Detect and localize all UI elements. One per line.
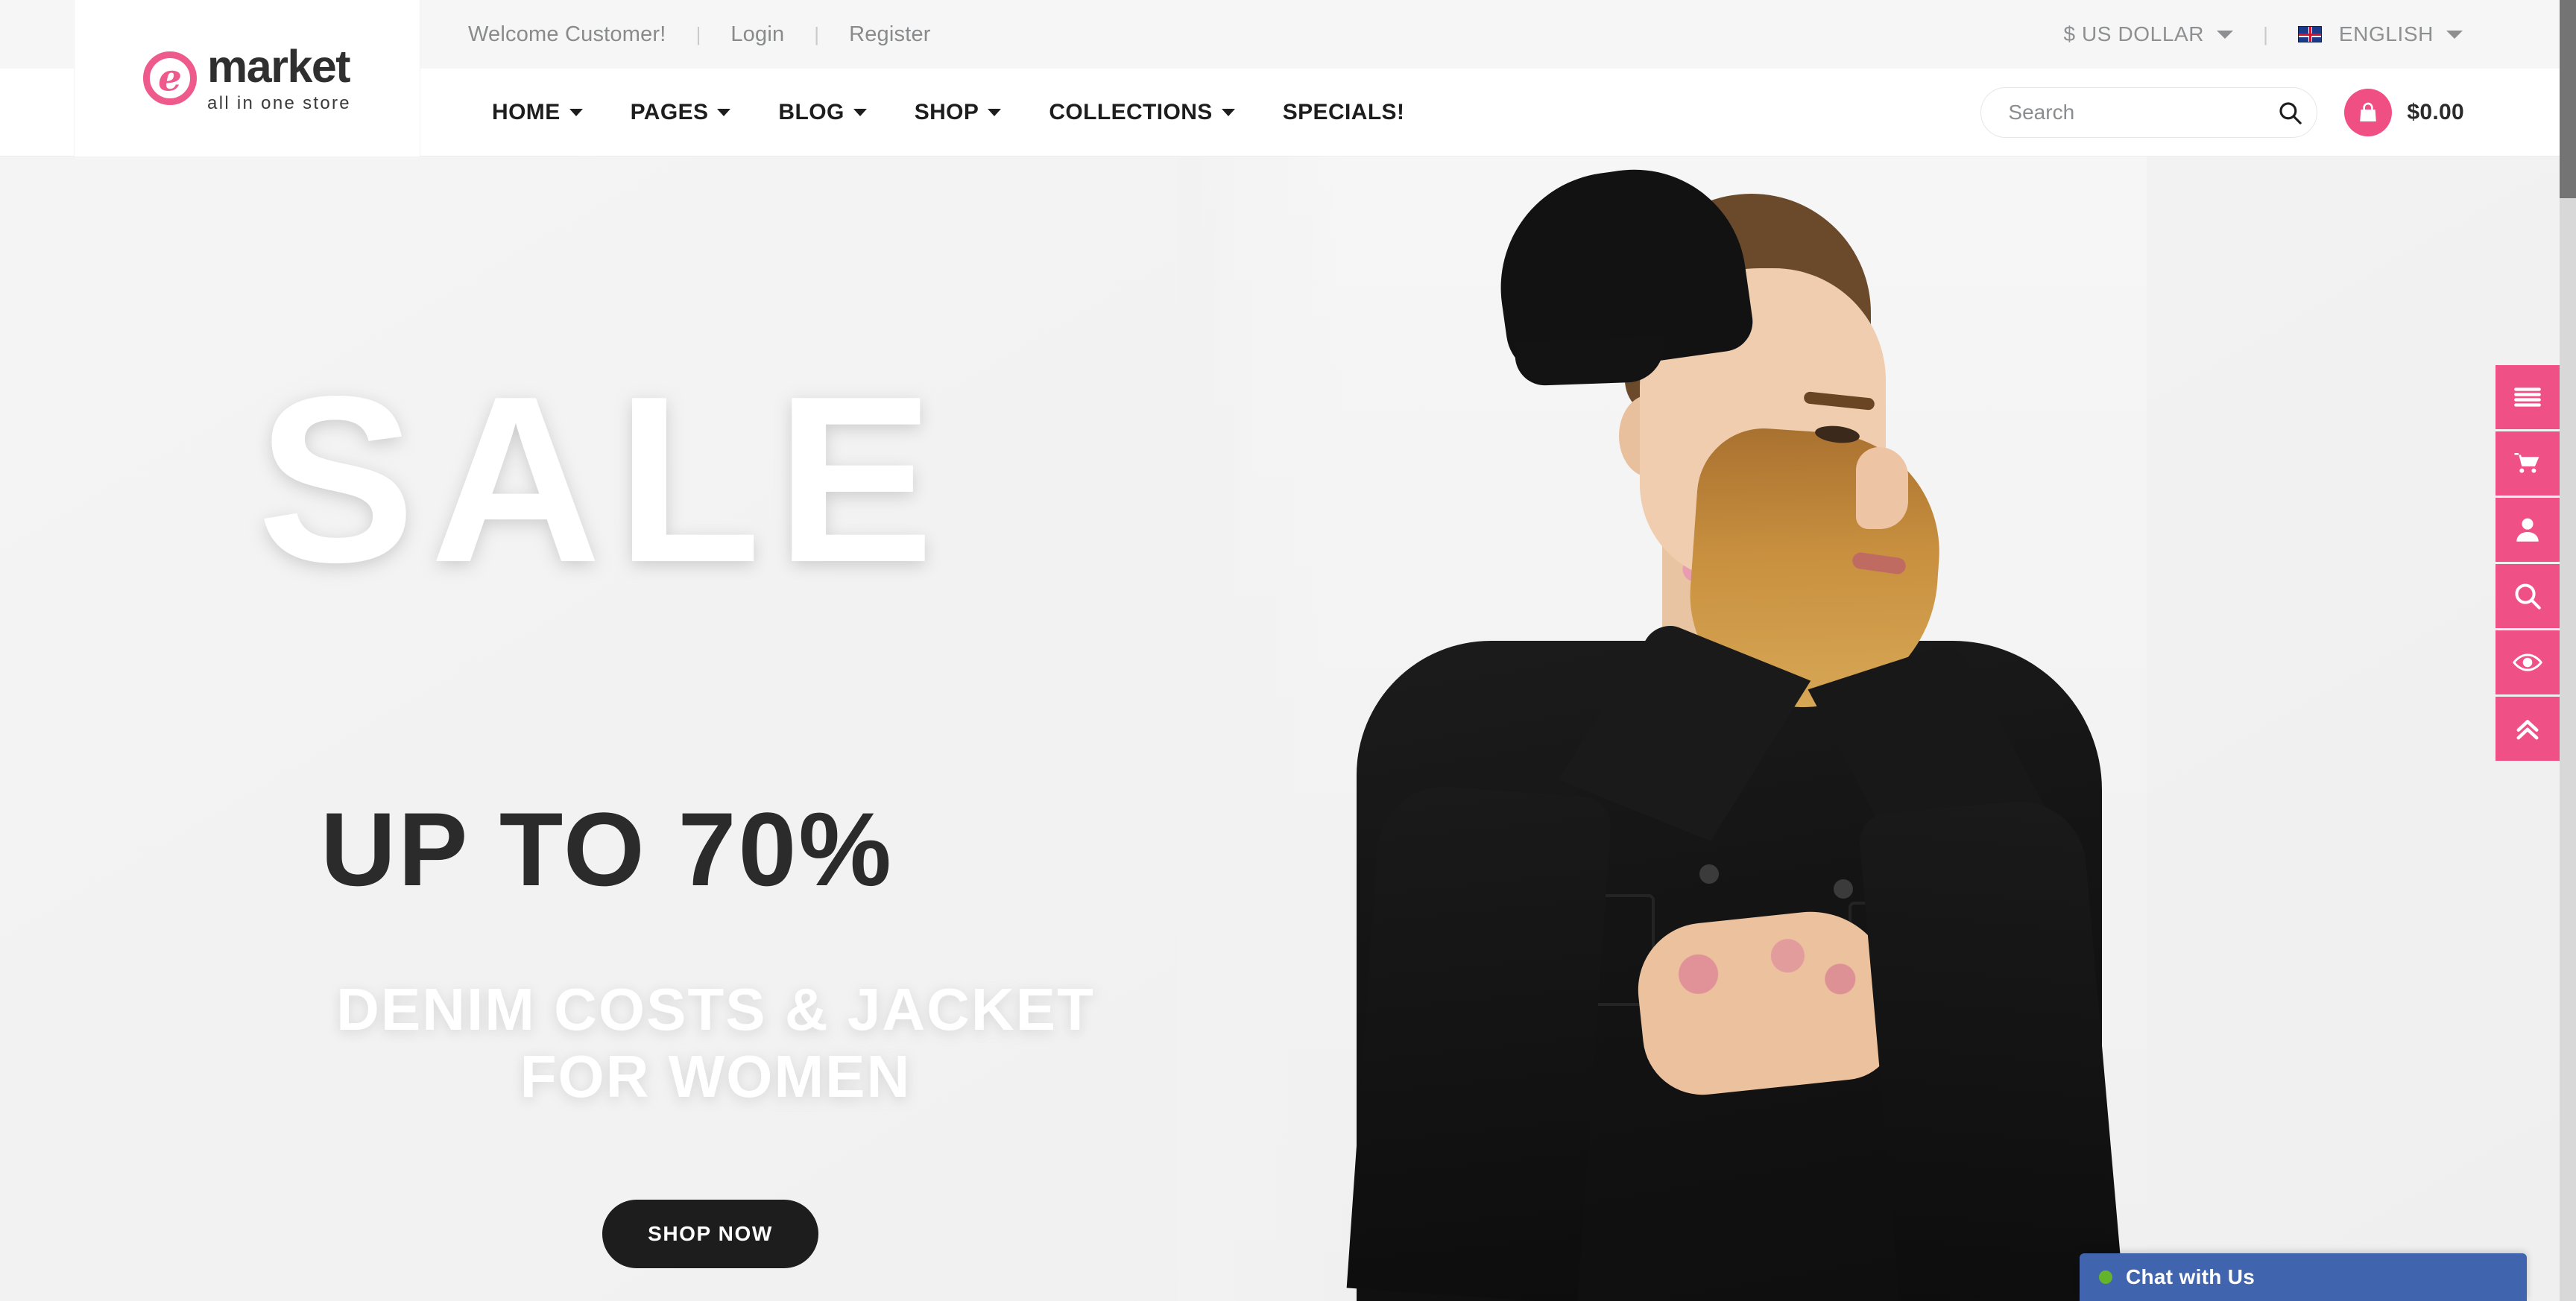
side-recently-viewed-button[interactable]	[2496, 630, 2560, 694]
hero-description: DENIM COSTS & JACKET FOR WOMEN	[336, 976, 1095, 1110]
logo-tagline: all in one store	[207, 93, 351, 113]
shop-now-button[interactable]: SHOP NOW	[602, 1200, 818, 1268]
nav-label: PAGES	[630, 100, 709, 124]
chevron-down-icon	[2217, 30, 2234, 39]
hero-subheadline: UP TO 70%	[321, 791, 894, 908]
chat-widget[interactable]: Chat with Us	[2080, 1253, 2527, 1301]
nav-label: BLOG	[778, 100, 845, 124]
page-root: Welcome Customer! | Login | Register $ U…	[0, 0, 2576, 1301]
chevron-down-icon	[853, 109, 867, 116]
emarket-logo-icon	[143, 51, 198, 105]
cart-widget[interactable]: $0.00	[2344, 89, 2464, 136]
chat-label: Chat with Us	[2126, 1265, 2255, 1288]
chevron-down-icon	[2446, 30, 2463, 39]
main-navbar: market all in one store HOME PAGES BLOG	[0, 0, 2560, 156]
site-logo[interactable]: market all in one store	[143, 44, 351, 113]
logo-container[interactable]: market all in one store	[75, 0, 420, 156]
hero-headline: SALE	[257, 347, 950, 612]
hero-model-photo	[1178, 156, 2147, 1301]
search-container[interactable]	[1980, 87, 2318, 138]
side-menu-button[interactable]	[2496, 365, 2560, 429]
scroll-top-icon	[2516, 720, 2539, 740]
nav-item-home[interactable]: HOME	[468, 100, 607, 125]
account-links: Welcome Customer! | Login | Register	[468, 0, 931, 69]
separator-3: |	[2263, 22, 2268, 45]
language-selector[interactable]: ENGLISH	[2297, 22, 2463, 46]
primary-menu: HOME PAGES BLOG SHOP COLLECTIONS SPECIAL…	[468, 69, 1428, 156]
page-scrollbar[interactable]	[2560, 0, 2576, 1301]
scroll-to-top-button[interactable]	[2496, 697, 2560, 761]
search-icon	[2515, 583, 2541, 610]
separator-1: |	[695, 22, 701, 45]
cart-total: $0.00	[2407, 100, 2464, 124]
shopping-bag-icon[interactable]	[2344, 89, 2393, 136]
hero-banner: SALE UP TO 70% DENIM COSTS & JACKET FOR …	[0, 156, 2560, 1301]
language-label: ENGLISH	[2338, 22, 2434, 45]
scrollbar-thumb[interactable]	[2560, 0, 2576, 198]
site-header: Welcome Customer! | Login | Register $ U…	[0, 0, 2560, 156]
chevron-down-icon	[569, 109, 583, 116]
currency-label: $ US DOLLAR	[2063, 22, 2205, 45]
nav-item-specials[interactable]: SPECIALS!	[1259, 100, 1429, 125]
logo-name: market	[207, 41, 351, 92]
chevron-down-icon	[988, 109, 1002, 116]
uk-flag-icon	[2297, 26, 2322, 42]
side-search-button[interactable]	[2496, 564, 2560, 628]
chevron-down-icon	[717, 109, 731, 116]
login-link[interactable]: Login	[730, 22, 784, 47]
register-link[interactable]: Register	[849, 22, 931, 47]
bag-glyph	[2360, 102, 2377, 121]
nav-item-blog[interactable]: BLOG	[754, 100, 890, 125]
nav-label: SHOP	[914, 100, 979, 124]
beanie	[1486, 156, 1757, 382]
header-actions: $0.00	[1980, 69, 2464, 156]
eye-icon	[2512, 653, 2543, 671]
separator-2: |	[814, 22, 820, 45]
user-icon	[2516, 518, 2539, 542]
search-icon[interactable]	[2277, 100, 2302, 125]
nav-label: COLLECTIONS	[1049, 100, 1213, 124]
hero-copy: SALE UP TO 70% DENIM COSTS & JACKET FOR …	[0, 156, 1208, 1301]
side-cart-button[interactable]	[2496, 431, 2560, 496]
cart-icon	[2514, 453, 2539, 473]
nav-item-collections[interactable]: COLLECTIONS	[1025, 100, 1258, 125]
welcome-message: Welcome Customer!	[468, 22, 666, 46]
chevron-down-icon	[1221, 109, 1235, 116]
currency-selector[interactable]: $ US DOLLAR	[2063, 22, 2234, 46]
nav-item-pages[interactable]: PAGES	[607, 100, 755, 125]
nav-item-shop[interactable]: SHOP	[891, 100, 1026, 125]
online-status-icon	[2099, 1270, 2112, 1284]
floating-side-toolbar	[2496, 365, 2560, 761]
nav-label: SPECIALS!	[1282, 100, 1405, 124]
locale-selectors: $ US DOLLAR | ENGLISH	[2063, 0, 2463, 69]
tattooed-hands	[1631, 903, 1902, 1101]
menu-icon	[2514, 387, 2541, 407]
search-input[interactable]	[2008, 101, 2278, 124]
logo-text: market all in one store	[207, 44, 351, 113]
side-account-button[interactable]	[2496, 498, 2560, 562]
nav-label: HOME	[492, 100, 561, 124]
